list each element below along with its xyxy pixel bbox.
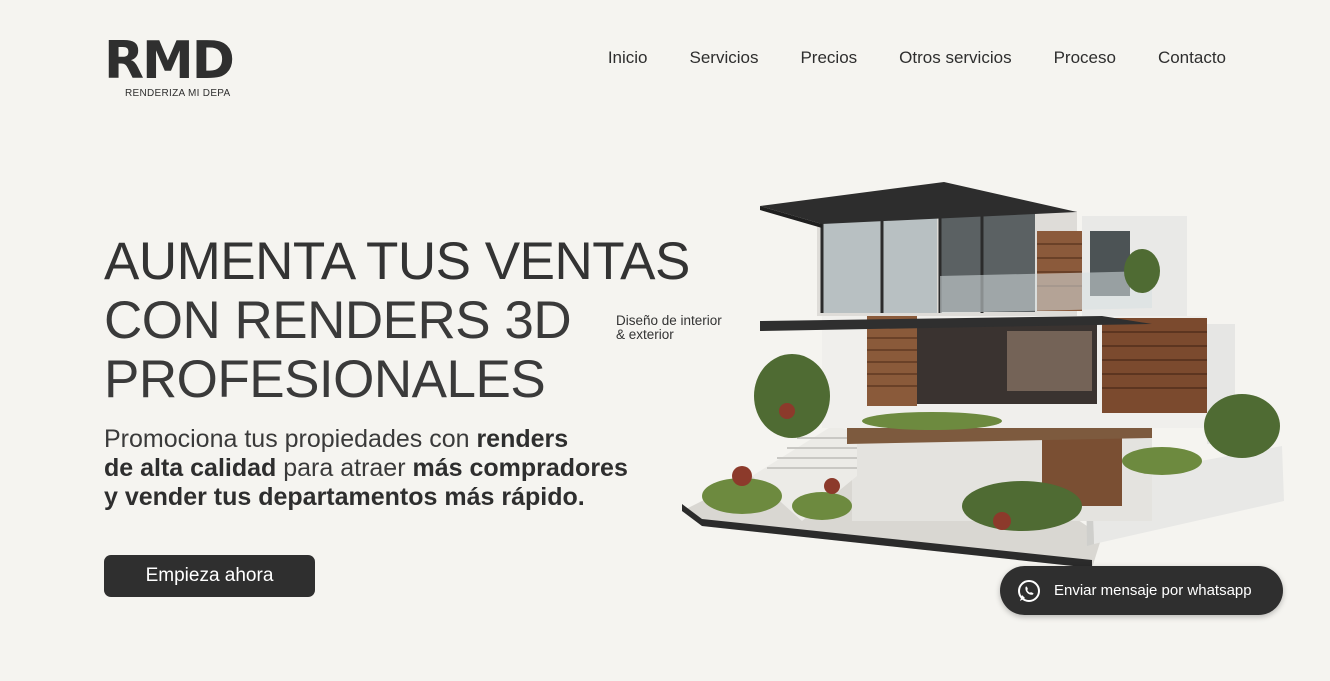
nav-item-proceso[interactable]: Proceso bbox=[1054, 48, 1116, 68]
hero-title-line3: PROFESIONALES bbox=[104, 350, 546, 409]
logo-subtitle: RENDERIZA MI DEPA bbox=[125, 88, 231, 99]
whatsapp-label: Enviar mensaje por whatsapp bbox=[1054, 582, 1252, 599]
whatsapp-icon bbox=[1018, 579, 1040, 602]
subtitle-bold3: más compradores bbox=[412, 454, 628, 482]
subtitle-part1: Promociona tus propiedades con bbox=[104, 425, 477, 453]
hero-title: AUMENTA TUS VENTAS CON RENDERS 3D PROFES… bbox=[104, 232, 690, 409]
nav-item-contacto[interactable]: Contacto bbox=[1158, 48, 1226, 68]
nav-item-servicios[interactable]: Servicios bbox=[690, 48, 759, 68]
nav-item-precios[interactable]: Precios bbox=[800, 48, 857, 68]
logo[interactable]: RMD RENDERIZA MI DEPA bbox=[104, 31, 264, 99]
subtitle-bold1: renders bbox=[476, 425, 569, 453]
subtitle-bold2: de alta calidad bbox=[104, 454, 277, 482]
start-now-button[interactable]: Empieza ahora bbox=[104, 555, 315, 597]
subtitle-part2: para atraer bbox=[276, 454, 413, 482]
nav-item-otros-servicios[interactable]: Otros servicios bbox=[899, 48, 1011, 68]
house-render-image bbox=[682, 182, 1284, 568]
logo-mark: RMD bbox=[104, 31, 235, 91]
main-nav: Inicio Servicios Precios Otros servicios… bbox=[608, 48, 1226, 68]
whatsapp-button[interactable]: Enviar mensaje por whatsapp bbox=[1000, 566, 1283, 615]
hero-subtitle: Promociona tus propiedades con renders de… bbox=[104, 425, 694, 512]
hero-title-line1: AUMENTA TUS VENTAS bbox=[104, 232, 690, 291]
hero-title-line2: CON RENDERS 3D bbox=[104, 291, 572, 350]
nav-item-inicio[interactable]: Inicio bbox=[608, 48, 648, 68]
subtitle-bold4: y vender tus departamentos más rápido. bbox=[104, 483, 585, 511]
